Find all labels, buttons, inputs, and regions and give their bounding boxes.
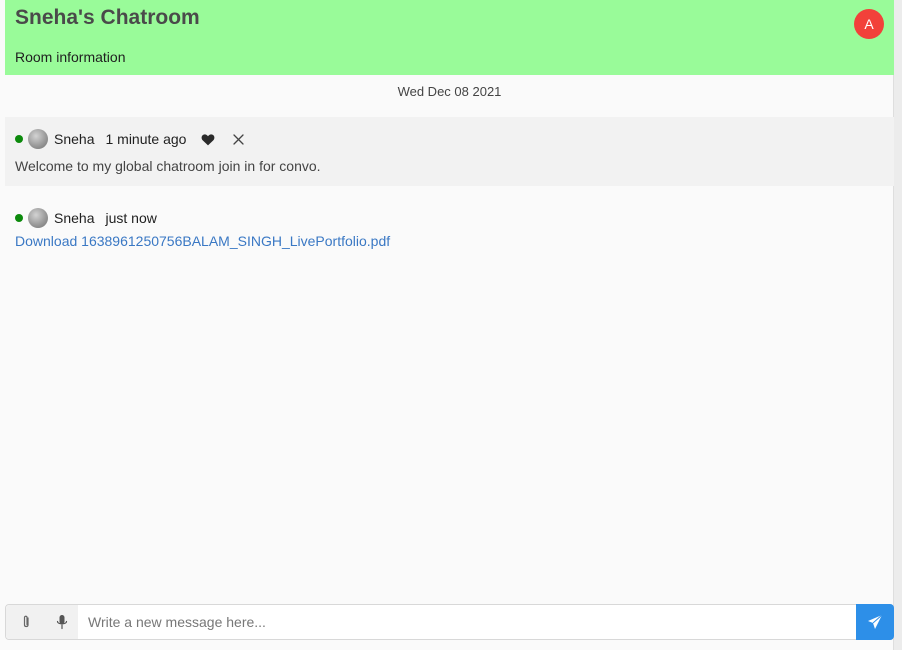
microphone-icon[interactable] bbox=[54, 614, 70, 630]
avatar bbox=[28, 208, 48, 228]
avatar bbox=[28, 129, 48, 149]
send-icon bbox=[868, 614, 883, 629]
heart-icon[interactable] bbox=[200, 131, 216, 147]
message-meta: Sneha 1 minute ago bbox=[15, 129, 246, 149]
message-timestamp: just now bbox=[105, 210, 157, 226]
message-item: Sneha just now Download 1638961250756BAL… bbox=[5, 196, 894, 256]
message-author: Sneha bbox=[54, 210, 95, 226]
paperclip-icon[interactable] bbox=[18, 614, 34, 630]
message-composer bbox=[5, 604, 894, 640]
room-title: Sneha's Chatroom bbox=[15, 6, 200, 29]
message-author: Sneha bbox=[54, 131, 95, 147]
online-status-dot bbox=[15, 135, 23, 143]
date-separator: Wed Dec 08 2021 bbox=[397, 84, 502, 99]
message-input[interactable] bbox=[78, 605, 854, 639]
message-meta: Sneha just now bbox=[15, 208, 157, 228]
file-download-link[interactable]: Download 1638961250756BALAM_SINGH_LivePo… bbox=[15, 233, 390, 249]
close-icon[interactable] bbox=[230, 131, 246, 147]
composer-tools bbox=[6, 605, 78, 639]
message-timestamp: 1 minute ago bbox=[105, 131, 187, 147]
window-edge bbox=[893, 0, 902, 650]
room-header: Sneha's Chatroom Room information A bbox=[5, 0, 894, 75]
room-information-link[interactable]: Room information bbox=[15, 49, 126, 65]
message-item: Sneha 1 minute ago Welcome to my global … bbox=[5, 117, 894, 186]
send-button[interactable] bbox=[856, 604, 894, 640]
current-user-avatar[interactable]: A bbox=[854, 9, 884, 39]
message-text: Welcome to my global chatroom join in fo… bbox=[15, 158, 321, 174]
online-status-dot bbox=[15, 214, 23, 222]
